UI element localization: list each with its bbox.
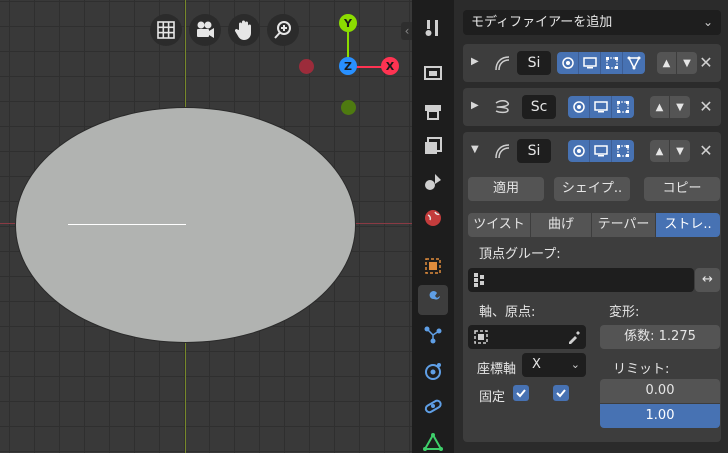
camera-icon[interactable]	[189, 14, 221, 46]
tab-twist[interactable]: ツイスト	[468, 213, 531, 237]
edit-mode-icon[interactable]	[601, 52, 623, 74]
deform-label: 変形:	[609, 305, 640, 320]
tab-stretch[interactable]: ストレ..	[656, 213, 720, 237]
gizmo-z-axis[interactable]: Z	[339, 57, 357, 75]
move-up-icon[interactable]: ▲	[650, 96, 670, 118]
move-buttons: ▲ ▼	[650, 140, 690, 162]
tab-bend[interactable]: 曲げ	[531, 213, 592, 237]
modifier-wrench-tab-icon[interactable]	[418, 285, 448, 315]
limit-max-field[interactable]: 1.00	[600, 404, 720, 428]
gizmo-neg-y[interactable]	[341, 100, 356, 115]
camera-render-icon[interactable]	[568, 96, 590, 118]
constraints-tab-icon[interactable]	[418, 391, 448, 421]
on-cage-icon[interactable]	[623, 52, 645, 74]
factor-value: 1.275	[658, 329, 696, 344]
render-tab-icon[interactable]	[418, 57, 448, 87]
chevron-down-icon: ⌄	[570, 358, 580, 371]
close-icon[interactable]: ✕	[697, 52, 715, 74]
curve-ellipse-object[interactable]	[15, 107, 356, 343]
apply-as-shape-button[interactable]: シェイプ..	[554, 177, 630, 201]
add-modifier-dropdown[interactable]: モディファイアーを追加 ⌄	[463, 10, 721, 35]
view-layer-tab-icon[interactable]	[418, 131, 448, 161]
camera-render-icon[interactable]	[557, 52, 579, 74]
add-modifier-label: モディファイアーを追加	[471, 15, 613, 30]
physics-tab-icon[interactable]	[418, 356, 448, 386]
limit-label: リミット:	[613, 362, 670, 377]
tool-tab-icon[interactable]	[418, 13, 448, 43]
world-tab-icon[interactable]	[418, 203, 448, 233]
modifier-name-field[interactable]: Si	[517, 139, 551, 163]
sidebar-toggle-icon[interactable]: ‹	[401, 22, 412, 40]
hand-icon[interactable]	[228, 14, 260, 46]
monitor-viewport-icon[interactable]	[590, 96, 612, 118]
lock-label: 固定	[479, 390, 506, 405]
move-down-icon[interactable]: ▼	[677, 52, 697, 74]
properties-editor: モディファイアーを追加 ⌄ ▶ Si ▲ ▼ ✕ ▶ Sc ▲ ▼ ✕ ▼ Si…	[454, 0, 728, 453]
simple-deform-icon	[493, 142, 511, 164]
zoom-icon[interactable]	[267, 14, 299, 46]
modifier-panel-2: ▶ Sc ▲ ▼ ✕	[463, 88, 721, 126]
monitor-viewport-icon[interactable]	[579, 52, 601, 74]
data-tab-icon[interactable]	[418, 427, 448, 453]
modifier-name-field[interactable]: Sc	[522, 95, 556, 119]
object-tab-icon[interactable]	[418, 251, 448, 281]
factor-field[interactable]: 係数: 1.275	[600, 325, 720, 349]
move-up-icon[interactable]: ▲	[650, 140, 670, 162]
vertex-group-label: 頂点グループ:	[479, 247, 561, 262]
invert-arrows-icon[interactable]: ↔	[695, 268, 720, 292]
coord-axis-value: X	[532, 357, 541, 372]
lock-y-checkbox[interactable]	[553, 385, 569, 401]
coord-axis-select[interactable]: X ⌄	[522, 353, 586, 377]
limit-min-field[interactable]: 0.00	[600, 379, 720, 403]
move-down-icon[interactable]: ▼	[670, 96, 690, 118]
modifier-toggles	[568, 96, 634, 118]
move-buttons: ▲ ▼	[650, 96, 690, 118]
move-down-icon[interactable]: ▼	[670, 140, 690, 162]
coord-axis-label: 座標軸	[477, 362, 517, 377]
chevron-down-icon: ⌄	[702, 15, 713, 29]
camera-render-icon[interactable]	[568, 140, 590, 162]
modifier-toggles	[568, 140, 634, 162]
expand-triangle-icon[interactable]: ▶	[471, 56, 479, 67]
tab-taper[interactable]: テーパー	[592, 213, 656, 237]
modifier-panel-3: ▼ Si ▲ ▼ ✕ 適用 シェイプ.. コピー ツイスト 曲げ テーパー スト…	[463, 132, 721, 442]
collapse-triangle-icon[interactable]: ▼	[471, 144, 479, 155]
scene-tab-icon[interactable]	[418, 167, 448, 197]
gizmo-y-axis[interactable]: Y	[339, 14, 357, 32]
apply-button[interactable]: 適用	[468, 177, 544, 201]
object-icon	[474, 330, 488, 344]
particles-tab-icon[interactable]	[418, 320, 448, 350]
vertex-group-field[interactable]	[468, 268, 694, 292]
close-icon[interactable]: ✕	[697, 140, 715, 162]
vertex-group-icon	[474, 273, 484, 287]
gizmo-neg-x[interactable]	[299, 59, 314, 74]
expand-triangle-icon[interactable]: ▶	[471, 100, 479, 111]
gizmo-x-axis[interactable]: X	[381, 57, 399, 75]
origin-object-field[interactable]	[468, 325, 586, 349]
factor-label: 係数:	[624, 329, 655, 344]
eyedropper-icon[interactable]	[567, 330, 581, 344]
axis-origin-label: 軸、原点:	[479, 305, 536, 320]
copy-button[interactable]: コピー	[644, 177, 720, 201]
modifier-toggles	[557, 52, 645, 74]
edit-mode-icon[interactable]	[612, 96, 634, 118]
modifier-panel-1: ▶ Si ▲ ▼ ✕	[463, 44, 721, 82]
close-icon[interactable]: ✕	[697, 96, 715, 118]
screw-icon	[493, 98, 511, 120]
move-up-icon[interactable]: ▲	[657, 52, 677, 74]
monitor-viewport-icon[interactable]	[590, 140, 612, 162]
simple-deform-icon	[493, 54, 511, 76]
properties-tab-strip	[412, 0, 454, 453]
lock-x-checkbox[interactable]	[513, 385, 529, 401]
modifier-name-field[interactable]: Si	[517, 51, 551, 75]
output-tab-icon[interactable]	[418, 97, 448, 127]
grid-icon[interactable]	[150, 14, 182, 46]
3d-viewport[interactable]: Y Z X ‹	[0, 0, 412, 453]
move-buttons: ▲ ▼	[657, 52, 697, 74]
deform-mode-tabs: ツイスト 曲げ テーパー ストレ..	[468, 213, 720, 237]
edit-mode-icon[interactable]	[612, 140, 634, 162]
selected-edge	[68, 224, 186, 225]
